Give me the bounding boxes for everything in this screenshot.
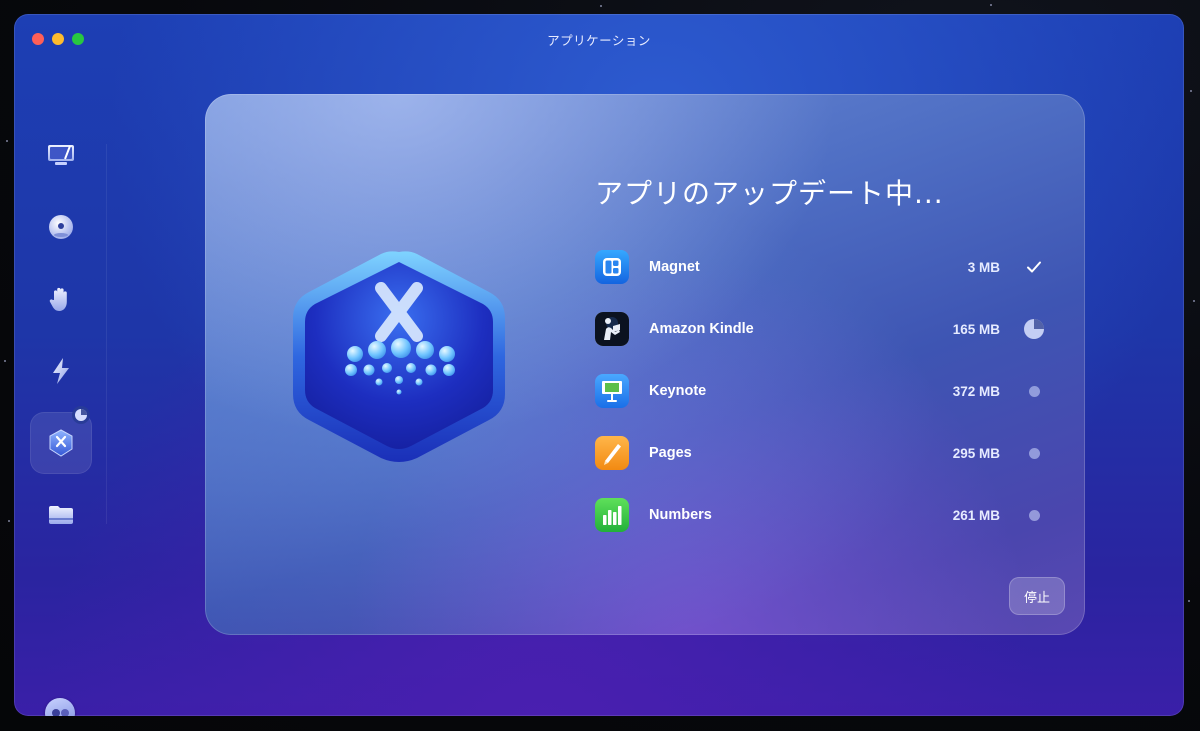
app-size: 165 MB [952, 321, 1000, 337]
progress-pie-icon [75, 409, 87, 421]
list-item: Pages 295 MB [595, 433, 1045, 473]
checkmark-icon [1023, 256, 1045, 278]
pending-dot-icon [1023, 504, 1045, 526]
sidebar-item-cleanup[interactable] [30, 124, 92, 186]
background-star [6, 140, 8, 142]
app-size: 261 MB [952, 507, 1000, 523]
app-name: Numbers [649, 507, 712, 523]
app-size: 372 MB [952, 383, 1000, 399]
background-star [8, 520, 10, 522]
background-star [600, 5, 602, 7]
background-star [990, 4, 992, 6]
hand-icon [49, 287, 67, 311]
app-window: アプリケーション アプリのアップデート中... Magnet 3 MB Amaz… [14, 14, 1184, 716]
pages-app-icon [595, 436, 629, 470]
sidebar-item-privacy[interactable] [30, 268, 92, 330]
app-name: Keynote [649, 383, 707, 399]
background-star [1193, 300, 1195, 302]
background-star [1188, 600, 1190, 602]
app-updater-icon [49, 429, 73, 457]
update-panel: アプリのアップデート中... Magnet 3 MB Amazon Kindle… [205, 94, 1085, 635]
list-item: Amazon Kindle 165 MB [595, 309, 1045, 349]
list-item: Keynote 372 MB [595, 371, 1045, 411]
list-item: Magnet 3 MB [595, 247, 1045, 287]
app-size: 3 MB [967, 259, 1000, 275]
sidebar-item-files[interactable] [30, 484, 92, 546]
sidebar [14, 62, 106, 716]
numbers-app-icon [595, 498, 629, 532]
sidebar-progress-badge [72, 406, 90, 424]
assistant-icon[interactable] [45, 698, 75, 716]
sidebar-item-applications[interactable] [30, 406, 92, 474]
keynote-app-icon [595, 374, 629, 408]
sidebar-divider [106, 144, 107, 524]
lightning-icon [53, 358, 69, 384]
page-title: アプリのアップデート中... [595, 177, 944, 210]
pending-dot-icon [1023, 442, 1045, 464]
app-name: Magnet [649, 259, 700, 275]
shield-orb-icon [49, 215, 73, 239]
sidebar-item-protection[interactable] [30, 196, 92, 258]
window-title: アプリケーション [547, 33, 651, 48]
app-name: Pages [649, 445, 692, 461]
title-bar: アプリケーション [14, 14, 1184, 62]
stop-button[interactable]: 停止 [1009, 577, 1065, 615]
folder-icon [49, 506, 73, 524]
list-item: Numbers 261 MB [595, 495, 1045, 535]
progress-pie-icon [1023, 318, 1045, 340]
background-star [1190, 90, 1192, 92]
kindle-app-icon [595, 312, 629, 346]
pending-dot-icon [1023, 380, 1045, 402]
app-size: 295 MB [952, 445, 1000, 461]
magnet-app-icon [595, 250, 629, 284]
background-star [4, 360, 6, 362]
sidebar-item-performance[interactable] [30, 340, 92, 402]
updater-hexagon-icon [283, 244, 515, 470]
monitor-sweep-icon [48, 145, 74, 165]
app-name: Amazon Kindle [649, 321, 754, 337]
